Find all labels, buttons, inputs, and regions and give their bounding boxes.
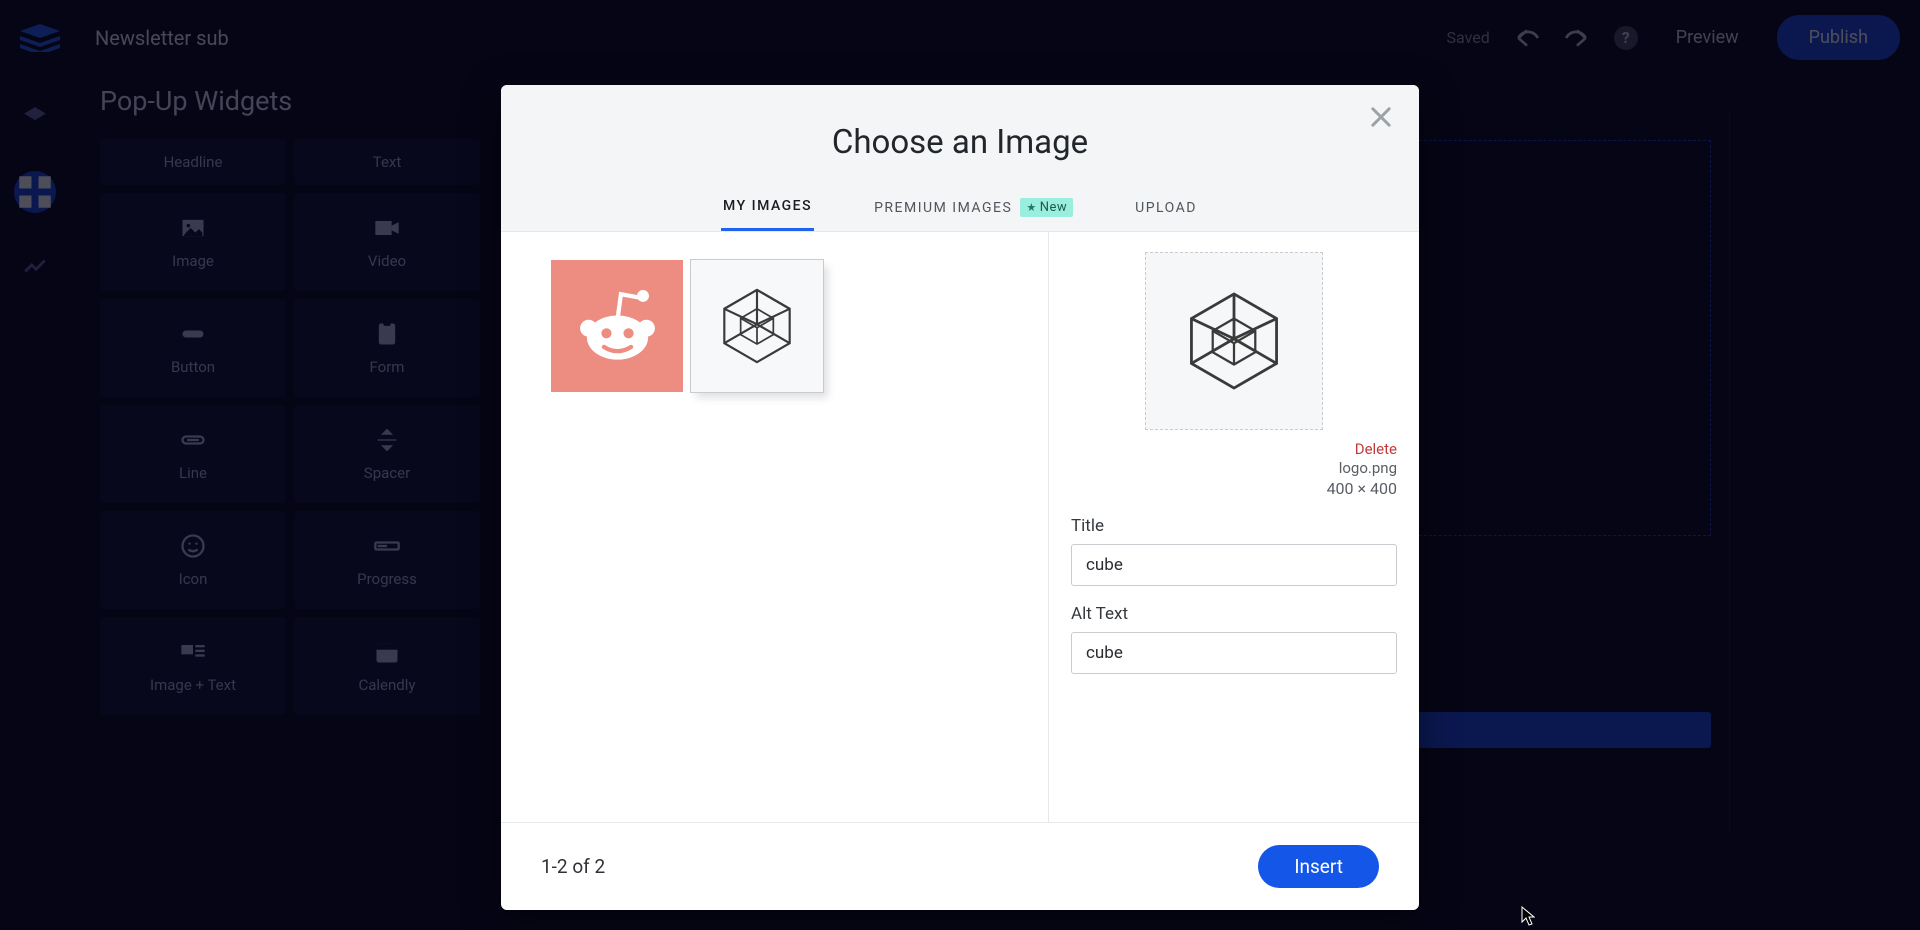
star-icon: ★ bbox=[1026, 201, 1036, 214]
alt-text-input[interactable] bbox=[1071, 632, 1397, 674]
thumbnail-cube[interactable] bbox=[691, 260, 823, 392]
alt-text-label: Alt Text bbox=[1071, 604, 1397, 624]
modal-header: Choose an Image MY IMAGES PREMIUM IMAGES… bbox=[501, 85, 1419, 232]
image-filename: logo.png bbox=[1071, 459, 1397, 477]
tab-label: UPLOAD bbox=[1135, 200, 1197, 216]
delete-button[interactable]: Delete bbox=[1071, 440, 1397, 458]
modal-footer: 1-2 of 2 Insert bbox=[501, 822, 1419, 910]
choose-image-modal: Choose an Image MY IMAGES PREMIUM IMAGES… bbox=[501, 85, 1419, 910]
cursor-icon bbox=[1521, 906, 1535, 926]
tab-label: MY IMAGES bbox=[723, 198, 812, 214]
tab-my-images[interactable]: MY IMAGES bbox=[721, 192, 814, 231]
cube-icon bbox=[714, 283, 800, 369]
title-input[interactable] bbox=[1071, 544, 1397, 586]
image-grid bbox=[501, 232, 1049, 822]
image-dimensions: 400 × 400 bbox=[1071, 479, 1397, 498]
tab-premium-images[interactable]: PREMIUM IMAGES ★New bbox=[872, 192, 1075, 231]
title-label: Title bbox=[1071, 516, 1397, 536]
pagination-text: 1-2 of 2 bbox=[541, 855, 605, 878]
modal-tabs: MY IMAGES PREMIUM IMAGES ★New UPLOAD bbox=[501, 192, 1419, 231]
modal-title: Choose an Image bbox=[501, 85, 1419, 192]
tab-label: PREMIUM IMAGES bbox=[874, 200, 1012, 216]
image-details-panel: Delete logo.png 400 × 400 Title Alt Text bbox=[1049, 232, 1419, 822]
insert-button[interactable]: Insert bbox=[1258, 845, 1379, 888]
new-badge: ★New bbox=[1020, 198, 1073, 217]
image-preview bbox=[1145, 252, 1323, 430]
image-meta: Delete logo.png 400 × 400 bbox=[1071, 440, 1397, 498]
cube-icon bbox=[1178, 285, 1290, 397]
tab-upload[interactable]: UPLOAD bbox=[1133, 192, 1199, 231]
thumbnail-reddit[interactable] bbox=[551, 260, 683, 392]
modal-body: Delete logo.png 400 × 400 Title Alt Text bbox=[501, 232, 1419, 822]
close-icon[interactable] bbox=[1367, 103, 1395, 131]
reddit-icon bbox=[575, 284, 660, 369]
